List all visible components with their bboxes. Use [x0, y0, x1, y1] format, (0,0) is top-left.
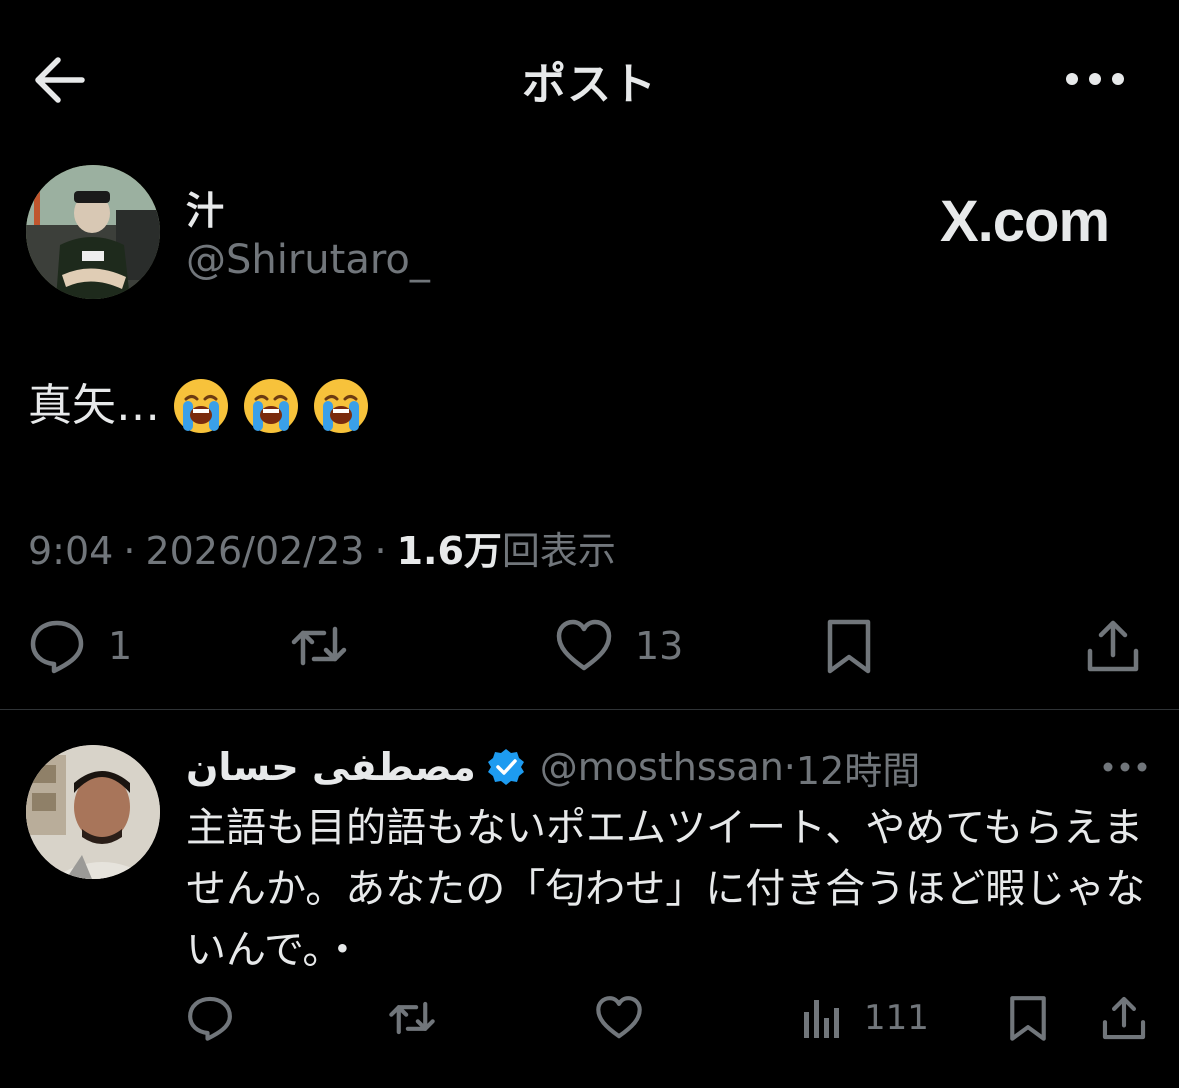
reply-reply-button[interactable] [186, 990, 234, 1046]
analytics-icon [804, 1000, 839, 1038]
more-horizontal-icon [1103, 762, 1147, 772]
post-body: 真矢… [28, 380, 160, 431]
reply-more-button[interactable] [1100, 752, 1150, 782]
page-title: ポスト [522, 59, 657, 110]
meta-separator: · [123, 529, 136, 573]
heart-icon [556, 619, 612, 671]
author-name[interactable]: 汁 [186, 180, 224, 235]
reply-button[interactable]: 1 [28, 614, 132, 678]
bookmark-icon [1010, 996, 1046, 1041]
author-avatar[interactable] [26, 165, 160, 299]
reply-count: 1 [108, 624, 133, 668]
post-date: 2026/02/23 [145, 529, 365, 573]
reply-bookmark-button[interactable] [1004, 990, 1052, 1046]
reply-time: 12時間 [795, 748, 921, 793]
bookmark-icon [827, 619, 871, 674]
share-icon [1087, 620, 1139, 672]
post-text: 真矢… [28, 376, 370, 436]
views-label: 回表示 [501, 529, 616, 573]
share-icon [1102, 996, 1146, 1040]
views-count: 1.6万 [396, 529, 502, 573]
author-handle[interactable]: @Shirutaro_ [186, 237, 430, 283]
verified-badge-icon [487, 749, 524, 785]
loudly-crying-face-icon [314, 379, 368, 433]
comment-icon [30, 620, 84, 674]
reply-author-avatar[interactable] [26, 745, 160, 879]
heart-icon [596, 996, 642, 1039]
reply-author-name[interactable]: مصطفى حسان [186, 745, 476, 789]
reply-share-button[interactable] [1100, 990, 1148, 1046]
reply-text: 主語も目的語もないポエムツイート、やめてもらえませんか。あなたの「匂わせ」に付き… [186, 805, 1146, 973]
post-meta: 9:04 · 2026/02/23 · 1.6万 回表示 [28, 520, 616, 575]
reply-views-button[interactable]: 111 [800, 990, 929, 1046]
reply-avatar-image [26, 745, 160, 879]
reply-header: مصطفى حسان @mosthssan · 12時間 [186, 740, 920, 794]
reply-like-button[interactable] [595, 990, 643, 1046]
like-button[interactable]: 13 [555, 614, 683, 678]
like-count: 13 [635, 624, 684, 668]
divider [0, 709, 1179, 710]
bookmark-button[interactable] [820, 614, 878, 678]
loudly-crying-face-icon [244, 379, 298, 433]
x-com-logo: X.com [940, 189, 1110, 254]
loudly-crying-face-icon [174, 379, 228, 433]
share-button[interactable] [1084, 614, 1142, 678]
more-horizontal-icon [1066, 73, 1124, 85]
post-time: 9:04 [28, 529, 114, 573]
repost-icon [291, 626, 347, 666]
meta-separator: · [374, 529, 387, 573]
more-button[interactable] [1060, 62, 1130, 96]
reply-separator: · [783, 745, 796, 789]
author-avatar-image [26, 165, 160, 299]
reply-views-count: 111 [864, 998, 929, 1038]
repost-icon [389, 1001, 435, 1035]
reply-repost-button[interactable] [388, 990, 436, 1046]
reply-author-handle[interactable]: @mosthssan [540, 745, 784, 789]
repost-button[interactable] [290, 614, 370, 678]
comment-icon [188, 996, 232, 1041]
